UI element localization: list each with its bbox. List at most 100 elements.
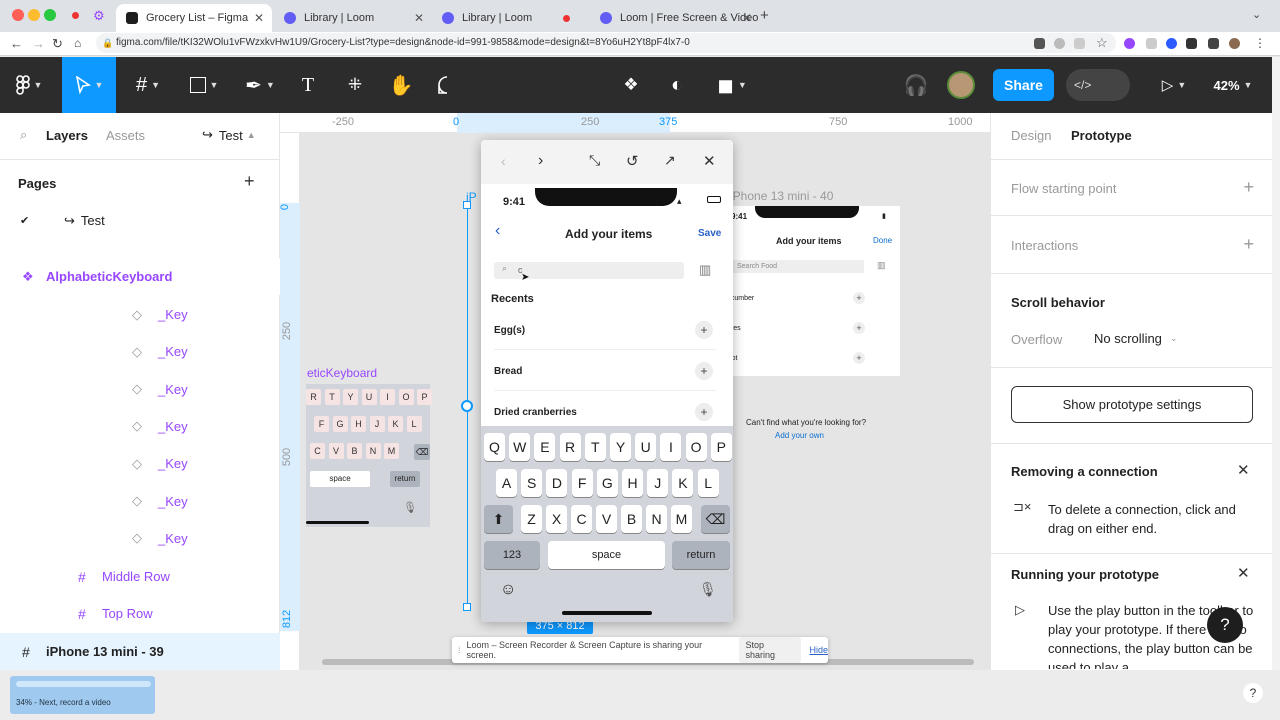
keyboard-frame[interactable]: RTYUIOP FGHJKL CVBNM ⌫ space return 🎙 bbox=[306, 384, 432, 527]
microphone-icon[interactable]: 🎙 bbox=[699, 581, 717, 598]
add-item-button[interactable]: + bbox=[695, 362, 713, 380]
audio-button[interactable]: 🎧 bbox=[900, 57, 932, 113]
layer-alphabetic-keyboard[interactable]: ❖ AlphabeticKeyboard bbox=[0, 258, 280, 295]
share-button[interactable]: Share bbox=[993, 69, 1054, 101]
layer-key[interactable]: ◇ _Key bbox=[0, 408, 280, 445]
key[interactable]: B bbox=[621, 505, 642, 533]
key[interactable]: X bbox=[546, 505, 567, 533]
delete-key[interactable]: ⌫ bbox=[701, 505, 730, 533]
list-item[interactable]: Egg(s) + bbox=[481, 321, 733, 351]
dev-mode-toggle[interactable]: </> bbox=[1066, 69, 1130, 101]
space-key[interactable]: space bbox=[548, 541, 665, 569]
back-icon[interactable]: ← bbox=[10, 36, 23, 51]
text-tool-button[interactable]: T bbox=[294, 57, 322, 113]
show-prototype-settings-button[interactable]: Show prototype settings bbox=[1011, 386, 1253, 423]
key[interactable]: S bbox=[521, 469, 543, 497]
figma-menu-button[interactable]: ▼ bbox=[8, 57, 50, 113]
maximize-window-button[interactable] bbox=[44, 9, 56, 21]
key[interactable]: D bbox=[546, 469, 568, 497]
frame-tool-button[interactable]: # ▼ bbox=[126, 57, 170, 113]
layer-iphone-13-mini-39[interactable]: # iPhone 13 mini - 39 bbox=[0, 633, 280, 670]
sidebar-icon[interactable] bbox=[1208, 38, 1219, 49]
key[interactable]: V bbox=[596, 505, 617, 533]
component-button[interactable]: ❖ bbox=[616, 57, 646, 113]
list-item[interactable]: Bread + bbox=[481, 362, 733, 392]
tab-layers[interactable]: Layers bbox=[46, 128, 88, 143]
close-tab-icon[interactable]: ✕ bbox=[742, 11, 752, 25]
stop-sharing-button[interactable]: Stop sharing bbox=[739, 637, 802, 663]
pen-tool-button[interactable]: ✒ ▼ bbox=[238, 57, 282, 113]
close-window-button[interactable] bbox=[12, 9, 24, 21]
tab-assets[interactable]: Assets bbox=[106, 128, 145, 143]
close-icon[interactable]: ✕ bbox=[1237, 461, 1250, 479]
extension-icon[interactable] bbox=[1166, 38, 1177, 49]
loom-video-thumbnail[interactable]: 34% - Next, record a video bbox=[10, 676, 155, 714]
key[interactable]: I bbox=[660, 433, 682, 461]
tab-loom-library-1[interactable]: Library | Loom ✕ bbox=[274, 4, 432, 32]
tab-loom-free[interactable]: Loom | Free Screen & Video Re ✕ bbox=[590, 4, 760, 32]
home-icon[interactable]: ⌂ bbox=[74, 36, 81, 50]
tab-loom-library-2[interactable]: Library | Loom bbox=[432, 4, 590, 32]
hand-tool-button[interactable]: ✋ bbox=[386, 57, 416, 113]
key[interactable]: Z bbox=[521, 505, 542, 533]
layer-key[interactable]: ◇ _Key bbox=[0, 445, 280, 482]
extension-icon[interactable] bbox=[1146, 38, 1157, 49]
restart-icon[interactable]: ↺ bbox=[626, 152, 639, 170]
close-tab-icon[interactable]: ✕ bbox=[414, 11, 424, 25]
tab-grocery-list[interactable]: Grocery List – Figma ✕ bbox=[116, 4, 272, 32]
key[interactable]: G bbox=[596, 469, 618, 497]
close-icon[interactable]: ✕ bbox=[1237, 564, 1250, 582]
add-item-button[interactable]: + bbox=[695, 403, 713, 421]
open-external-icon[interactable]: ↗ bbox=[664, 152, 676, 169]
help-button[interactable]: ? bbox=[1207, 607, 1243, 643]
bookmark-star-icon[interactable]: ☆ bbox=[1096, 35, 1108, 51]
key[interactable]: C bbox=[571, 505, 592, 533]
share-page-icon[interactable] bbox=[1074, 38, 1085, 49]
key[interactable]: J bbox=[647, 469, 669, 497]
reload-icon[interactable]: ↻ bbox=[52, 36, 63, 52]
key[interactable]: N bbox=[646, 505, 667, 533]
new-tab-icon[interactable]: + bbox=[760, 7, 769, 24]
minimize-window-button[interactable] bbox=[28, 9, 40, 21]
layer-key[interactable]: ◇ _Key bbox=[0, 520, 280, 557]
shift-key[interactable]: ⬆ bbox=[484, 505, 513, 533]
extensions-puzzle-icon[interactable] bbox=[1186, 38, 1197, 49]
layer-key[interactable]: ◇ _Key bbox=[0, 371, 280, 408]
page-switcher[interactable]: ↪ Test ▲ bbox=[202, 127, 256, 143]
search-icon[interactable]: ⌕ bbox=[20, 127, 27, 143]
key[interactable]: L bbox=[697, 469, 719, 497]
zoom-menu[interactable]: 42% ▼ bbox=[1206, 57, 1260, 113]
drag-handle-icon[interactable]: ⁞ bbox=[458, 645, 461, 655]
numbers-key[interactable]: 123 bbox=[484, 541, 540, 569]
add-page-icon[interactable]: + bbox=[244, 171, 255, 192]
add-item-button[interactable]: + bbox=[695, 321, 713, 339]
layer-key[interactable]: ◇ _Key bbox=[0, 296, 280, 333]
barcode-scan-icon[interactable]: ▥ bbox=[699, 262, 711, 278]
settings-tab-icon[interactable]: ⚙ bbox=[93, 8, 105, 24]
menu-kebab-icon[interactable]: ⋮ bbox=[1254, 36, 1266, 50]
back-chevron-icon[interactable]: ‹ bbox=[495, 222, 500, 240]
hide-button[interactable]: Hide bbox=[809, 645, 828, 655]
iphone-40-frame[interactable]: 9:41 ▮ Add your items Done Search Food ▥… bbox=[727, 206, 900, 440]
key[interactable]: T bbox=[584, 433, 606, 461]
key[interactable]: O bbox=[685, 433, 707, 461]
add-flow-icon[interactable]: + bbox=[1243, 177, 1254, 198]
layer-key[interactable]: ◇ _Key bbox=[0, 333, 280, 370]
prototype-connection-node[interactable] bbox=[461, 400, 473, 412]
comment-tool-button[interactable] bbox=[432, 57, 462, 113]
key[interactable]: Y bbox=[610, 433, 631, 461]
return-key[interactable]: return bbox=[672, 541, 730, 569]
forward-icon[interactable]: → bbox=[32, 36, 45, 51]
layer-key[interactable]: ◇ _Key bbox=[0, 483, 280, 520]
site-info-icon[interactable]: 🔒 bbox=[102, 33, 113, 53]
user-avatar[interactable] bbox=[944, 57, 978, 113]
key[interactable]: U bbox=[635, 433, 657, 461]
add-interaction-icon[interactable]: + bbox=[1243, 234, 1254, 255]
url-field[interactable]: 🔒 figma.com/file/tKI32WOlu1vFWzxkvHw1U9/… bbox=[96, 33, 1116, 53]
key[interactable]: K bbox=[672, 469, 694, 497]
list-item[interactable]: Dried cranberries + bbox=[481, 403, 733, 433]
key[interactable]: E bbox=[534, 433, 556, 461]
page-item-test[interactable]: ✔ ↪ Test bbox=[0, 202, 280, 239]
present-button[interactable]: ▷ ▼ bbox=[1152, 57, 1196, 113]
move-tool-button[interactable]: ▼ bbox=[62, 57, 116, 113]
